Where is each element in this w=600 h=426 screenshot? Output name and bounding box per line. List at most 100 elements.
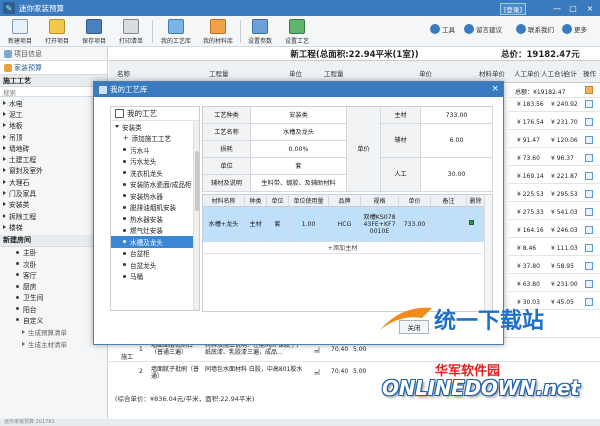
new-project-button[interactable]: 新建项目	[3, 17, 37, 46]
close-window-icon[interactable]: ×	[583, 0, 597, 16]
material-brand-cell[interactable]: HCG	[329, 207, 361, 242]
category-item[interactable]: 拆除工程	[0, 210, 107, 221]
login-link[interactable]: [登录]	[500, 3, 527, 15]
edit-icon[interactable]	[585, 136, 593, 144]
craft-tree-item[interactable]: 热水器安装	[111, 213, 199, 225]
scrollbar-thumb[interactable]	[195, 151, 199, 211]
material-delete-cell[interactable]	[467, 207, 485, 242]
craft-tree-item[interactable]: 马桶	[111, 271, 199, 283]
contact-button[interactable]: 联系我们	[516, 24, 554, 34]
loss-field[interactable]: 0.00%	[251, 141, 347, 158]
table-row[interactable]: ¥ 91.47 ¥ 120.06	[509, 134, 600, 148]
category-item[interactable]: 地板	[0, 120, 107, 131]
tree-scrollbar[interactable]	[193, 121, 199, 310]
material-library-button[interactable]: 我的材料库	[198, 17, 238, 46]
open-project-button[interactable]: 打开项目	[40, 17, 74, 46]
material-name-cell[interactable]: 水槽+龙头	[203, 207, 245, 242]
grid-scrollbar[interactable]	[484, 195, 492, 311]
edit-icon[interactable]	[585, 280, 593, 288]
table-row[interactable]: ¥ 169.14 ¥ 221.87	[509, 170, 600, 184]
minimize-icon[interactable]: —	[550, 0, 564, 16]
craft-tree-item[interactable]: 台盆龙头	[111, 259, 199, 271]
material-type-cell[interactable]: 主材	[245, 207, 267, 242]
table-row[interactable]: ¥ 63.80 ¥ 231.00	[509, 278, 600, 292]
search-input[interactable]: 搜索	[0, 87, 107, 97]
save-project-button[interactable]: 保存项目	[77, 17, 111, 46]
craft-tree-item[interactable]: 台盆柜	[111, 248, 199, 260]
craft-tree-item[interactable]: 污水龙头	[111, 156, 199, 168]
section-new-room[interactable]: 新建房间	[0, 234, 107, 247]
section-construction-craft[interactable]: 施工工艺	[0, 75, 107, 87]
room-item[interactable]: 厨房	[0, 280, 107, 291]
category-item[interactable]: 吊顶	[0, 131, 107, 142]
aux-desc-field[interactable]: 生料带、镀胶、及辅助材料	[251, 175, 347, 192]
table-row[interactable]: ¥ 37.80 ¥ 58.95	[509, 260, 600, 274]
edit-icon[interactable]	[585, 226, 593, 234]
room-item[interactable]: 客厅	[0, 269, 107, 280]
category-item[interactable]: 楼梯	[0, 221, 107, 232]
category-item[interactable]: 安装类	[0, 199, 107, 210]
table-row[interactable]: ¥ 8.46 ¥ 111.03	[509, 242, 600, 256]
craft-tree-item[interactable]: 脱排油烟机安装	[111, 202, 199, 214]
dialog-close-icon[interactable]: ×	[491, 84, 499, 94]
edit-icon[interactable]	[585, 190, 593, 198]
table-row[interactable]: ¥ 275.33 ¥ 541.03	[509, 206, 600, 220]
tab-home-budget[interactable]: 家装预算	[0, 61, 107, 75]
table-row[interactable]: ¥ 176.54 ¥ 231.70	[509, 116, 600, 130]
craft-name-field[interactable]: 水槽及龙头	[251, 124, 347, 141]
category-item[interactable]: 窗封及室外	[0, 165, 107, 176]
edit-icon[interactable]	[585, 154, 593, 162]
edit-icon[interactable]	[585, 86, 593, 94]
table-row[interactable]: ¥ 73.60 ¥ 96.37	[509, 152, 600, 166]
material-usage-cell[interactable]: 1.00	[289, 207, 329, 242]
add-craft-item[interactable]: + 添加施工工艺	[111, 133, 199, 145]
table-row[interactable]: ¥ 183.56 ¥ 240.92	[509, 98, 600, 112]
category-item[interactable]: 水电	[0, 97, 107, 108]
craft-tree-item[interactable]: 安装热水器	[111, 190, 199, 202]
room-item[interactable]: 阳台	[0, 303, 107, 314]
category-item[interactable]: 墙地砖	[0, 142, 107, 153]
tools-button[interactable]: 工具	[430, 24, 455, 34]
table-row[interactable]: ¥ 225.53 ¥ 295.53	[509, 188, 600, 202]
labor-price-field[interactable]: 30.00	[421, 158, 493, 192]
edit-icon[interactable]	[585, 100, 593, 108]
feedback-button[interactable]: 留言建议	[464, 24, 502, 34]
delete-icon[interactable]	[469, 220, 474, 225]
edit-icon[interactable]	[585, 262, 593, 270]
table-row[interactable]: ¥ 164.16 ¥ 246.03	[509, 224, 600, 238]
edit-icon[interactable]	[585, 172, 593, 180]
add-main-material-button[interactable]: +添加主材	[203, 242, 482, 254]
craft-tree-item[interactable]: 洗衣机龙头	[111, 167, 199, 179]
craft-tree-item[interactable]: 水槽及龙头	[111, 236, 199, 248]
maximize-icon[interactable]: □	[566, 0, 580, 16]
category-item[interactable]: 大理石	[0, 176, 107, 187]
tab-project-info[interactable]: 项目信息	[0, 47, 107, 61]
craft-type-field[interactable]: 安装类	[251, 107, 347, 124]
aux-price-field[interactable]: 6.00	[421, 124, 493, 158]
material-spec-cell[interactable]: 双槽KS07843FE+KF70010E	[361, 207, 399, 242]
main-price-field[interactable]: 733.00	[421, 107, 493, 124]
craft-tree-item[interactable]: 燃气灶安装	[111, 225, 199, 237]
room-item[interactable]: 自定义	[0, 314, 107, 325]
material-note-cell[interactable]	[431, 207, 467, 242]
category-item[interactable]: 泥工	[0, 108, 107, 119]
settings-craft-button[interactable]: 设置工艺	[280, 17, 314, 46]
material-price-cell[interactable]: 733.00	[399, 207, 431, 242]
room-item[interactable]: 次卧	[0, 258, 107, 269]
craft-tree-item[interactable]: 污水斗	[111, 144, 199, 156]
craft-tree-item[interactable]: 安装防水瓷面/成品柜	[111, 179, 199, 191]
generate-budget-list[interactable]: 生成预算清单	[0, 326, 107, 338]
unit-field[interactable]: 套	[251, 158, 347, 175]
more-button[interactable]: 更多	[562, 24, 587, 34]
material-unit-cell[interactable]: 套	[267, 207, 289, 242]
print-list-button[interactable]: 打印清单	[114, 17, 148, 46]
craft-tree-item[interactable]: 安装类	[111, 121, 199, 133]
settings-params-button[interactable]: 设置参数	[243, 17, 277, 46]
edit-icon[interactable]	[585, 208, 593, 216]
category-item[interactable]: 土建工程	[0, 153, 107, 164]
edit-icon[interactable]	[585, 118, 593, 126]
edit-icon[interactable]	[585, 244, 593, 252]
craft-library-button[interactable]: 我的工艺库	[156, 17, 196, 46]
generate-material-list[interactable]: 生成主材清单	[0, 338, 107, 350]
room-item[interactable]: 主卧	[0, 247, 107, 258]
